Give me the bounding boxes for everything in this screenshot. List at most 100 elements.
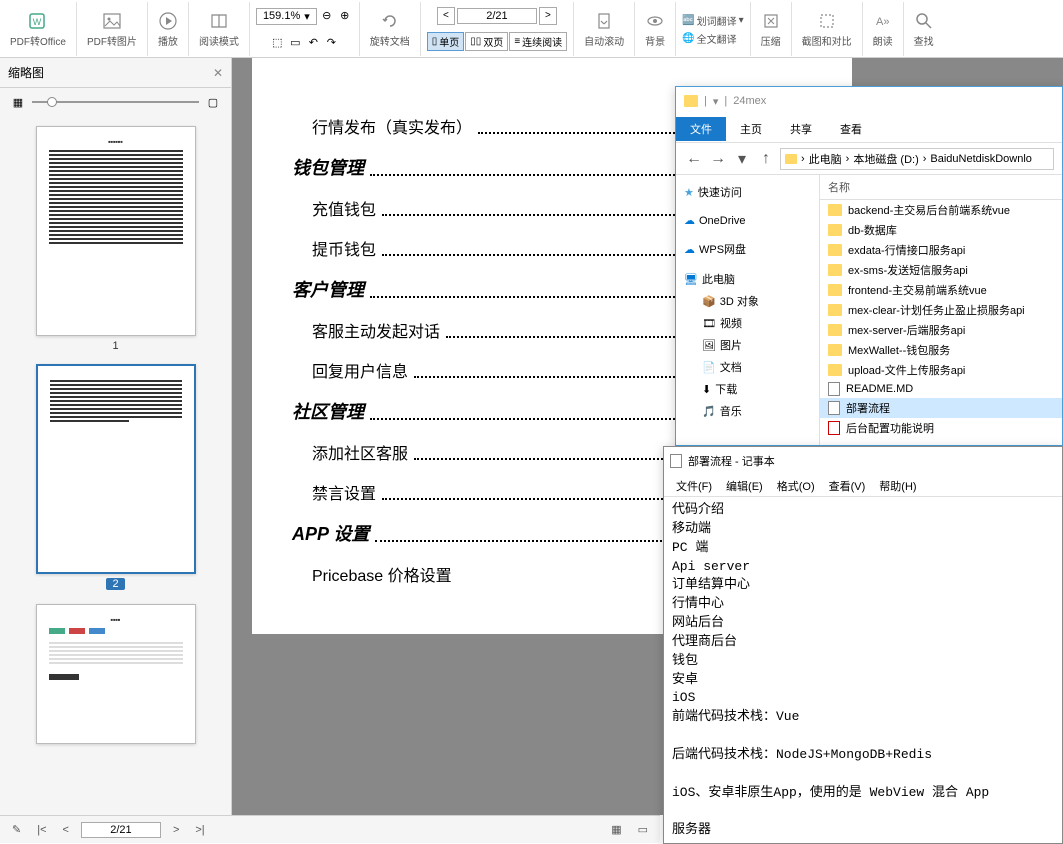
file-row[interactable]: mex-server-后端服务api — [820, 320, 1062, 340]
view-icon-1[interactable]: ▦ — [607, 821, 625, 838]
notepad-titlebar[interactable]: 部署流程 - 记事本 — [664, 447, 1062, 475]
tree-onedrive[interactable]: ☁OneDrive — [680, 211, 815, 230]
thumbnail-3[interactable]: ■■■■ — [36, 604, 196, 744]
compress-icon — [761, 11, 781, 31]
svg-text:A»: A» — [876, 16, 889, 28]
menu-view[interactable]: 查看(V) — [823, 476, 872, 496]
continuous-button[interactable]: ≡连续阅读 — [509, 32, 567, 51]
tree-docs[interactable]: 📄文档 — [680, 356, 815, 378]
notepad-icon — [670, 454, 682, 468]
prev-button[interactable]: < — [59, 822, 73, 838]
zoom-box[interactable]: 159.1%▾ — [256, 8, 317, 25]
scroll-icon — [594, 11, 614, 31]
full-translate-button[interactable]: 🌐全文翻译 — [682, 31, 736, 46]
column-name[interactable]: 名称 — [820, 175, 1062, 200]
fit-width-icon[interactable]: ⬚ — [269, 34, 285, 50]
next-button[interactable]: > — [169, 822, 183, 838]
eye-icon — [645, 11, 665, 31]
menu-help[interactable]: 帮助(H) — [873, 476, 922, 496]
tab-home[interactable]: 主页 — [726, 117, 776, 141]
tree-wps[interactable]: ☁WPS网盘 — [680, 238, 815, 260]
word-translate-button[interactable]: 🔤划词翻译▾ — [682, 13, 743, 28]
file-row[interactable]: ex-sms-发送短信服务api — [820, 260, 1062, 280]
menu-format[interactable]: 格式(O) — [771, 476, 821, 496]
background-button[interactable]: 背景 — [639, 9, 671, 50]
first-page-button[interactable]: |< — [33, 822, 50, 838]
file-row[interactable]: frontend-主交易前端系统vue — [820, 280, 1062, 300]
pdf-to-office-button[interactable]: W PDF转Office — [4, 9, 72, 50]
thumbnail-2[interactable]: 2 — [36, 364, 196, 592]
file-row[interactable]: 后台配置功能说明 — [820, 418, 1062, 438]
single-page-button[interactable]: ▯单页 — [427, 32, 465, 51]
play-icon — [158, 11, 178, 31]
read-mode-button[interactable]: 阅读模式 — [193, 9, 245, 50]
tab-share[interactable]: 共享 — [776, 117, 826, 141]
forward-button[interactable]: → — [708, 149, 728, 169]
notepad-menubar: 文件(F) 编辑(E) 格式(O) 查看(V) 帮助(H) — [664, 475, 1062, 497]
pdf-toolbar: W PDF转Office PDF转图片 播放 阅读模式 159.1%▾ ⊖ ⊕ … — [0, 0, 1063, 58]
rotate-button[interactable]: 旋转文档 — [364, 9, 416, 50]
tree-music[interactable]: 🎵音乐 — [680, 400, 815, 422]
file-row[interactable]: README.MD — [820, 380, 1062, 398]
pdf-to-image-button[interactable]: PDF转图片 — [81, 9, 143, 50]
history-button[interactable]: ▾ — [732, 149, 752, 169]
zoom-in-button[interactable]: ⊕ — [337, 8, 353, 24]
tab-view[interactable]: 查看 — [826, 117, 876, 141]
thumbnail-size-slider[interactable]: ▦ ▢ — [0, 88, 231, 116]
rotate-right-icon[interactable]: ↷ — [323, 34, 339, 50]
file-row[interactable]: mex-clear-计划任务止盈止损服务api — [820, 300, 1062, 320]
status-page-input[interactable] — [81, 822, 161, 838]
view-icon-2[interactable]: ▭ — [634, 821, 652, 838]
address-bar[interactable]: ›此电脑 ›本地磁盘 (D:) ›BaiduNetdiskDownlo — [780, 148, 1054, 170]
screenshot-button[interactable]: 截图和对比 — [796, 9, 858, 50]
back-button[interactable]: ← — [684, 149, 704, 169]
close-panel-button[interactable]: ✕ — [213, 66, 223, 80]
crop-icon — [817, 11, 837, 31]
explorer-titlebar[interactable]: |▾| 24mex — [676, 87, 1062, 115]
last-page-button[interactable]: >| — [191, 822, 208, 838]
file-explorer-window: |▾| 24mex 文件 主页 共享 查看 ← → ▾ ↑ ›此电脑 ›本地磁盘… — [675, 86, 1063, 446]
file-row[interactable]: 部署流程 — [820, 398, 1062, 418]
fit-page-icon[interactable]: ▭ — [287, 34, 303, 50]
tree-pic[interactable]: 🖼图片 — [680, 334, 815, 356]
play-button[interactable]: 播放 — [152, 9, 184, 50]
find-button[interactable]: 查找 — [908, 9, 940, 50]
tool-icon[interactable]: ✎ — [8, 821, 25, 838]
speaker-icon: A» — [873, 11, 893, 31]
double-page-button[interactable]: ▯▯双页 — [465, 32, 508, 51]
thumbnails-title: 缩略图 — [8, 64, 44, 81]
next-page-button[interactable]: > — [539, 7, 557, 25]
translate-icon: 🔤 — [682, 15, 694, 26]
tab-file[interactable]: 文件 — [676, 117, 726, 141]
file-row[interactable]: backend-主交易后台前端系统vue — [820, 200, 1062, 220]
tree-video[interactable]: 🎞视频 — [680, 312, 815, 334]
file-row[interactable]: db-数据库 — [820, 220, 1062, 240]
tree-3d[interactable]: 📦3D 对象 — [680, 290, 815, 312]
up-button[interactable]: ↑ — [756, 149, 776, 169]
thumbnail-1[interactable]: ■■■■■■ 1 — [36, 126, 196, 352]
menu-edit[interactable]: 编辑(E) — [720, 476, 769, 496]
compress-button[interactable]: 压缩 — [755, 9, 787, 50]
office-icon: W — [28, 11, 48, 31]
page-input[interactable] — [457, 8, 537, 24]
status-bar: ✎ |< < > >| ▦ ▭ — [0, 815, 660, 843]
file-row[interactable]: upload-文件上传服务api — [820, 360, 1062, 380]
read-aloud-button[interactable]: A» 朗读 — [867, 9, 899, 50]
tree-download[interactable]: ⬇下载 — [680, 378, 815, 400]
tree-thispc[interactable]: 🖥此电脑 — [680, 268, 815, 290]
tree-quick-access[interactable]: ★快速访问 — [680, 181, 815, 203]
explorer-tree: ★快速访问 ☁OneDrive ☁WPS网盘 🖥此电脑 📦3D 对象 🎞视频 🖼… — [676, 175, 820, 445]
globe-icon: 🌐 — [682, 33, 694, 44]
search-icon — [914, 11, 934, 31]
notepad-textarea[interactable]: 代码介绍 移动端 PC 端 Api server 订单结算中心 行情中心 网站后… — [664, 497, 1062, 843]
chevron-down-icon: ▾ — [304, 10, 310, 23]
prev-page-button[interactable]: < — [437, 7, 455, 25]
single-icon: ▢ — [205, 94, 221, 110]
notepad-window: 部署流程 - 记事本 文件(F) 编辑(E) 格式(O) 查看(V) 帮助(H)… — [663, 446, 1063, 844]
rotate-left-icon[interactable]: ↶ — [305, 34, 321, 50]
auto-scroll-button[interactable]: 自动滚动 — [578, 9, 630, 50]
file-row[interactable]: exdata-行情接口服务api — [820, 240, 1062, 260]
zoom-out-button[interactable]: ⊖ — [319, 8, 335, 24]
file-row[interactable]: MexWallet--钱包服务 — [820, 340, 1062, 360]
menu-file[interactable]: 文件(F) — [670, 476, 718, 496]
